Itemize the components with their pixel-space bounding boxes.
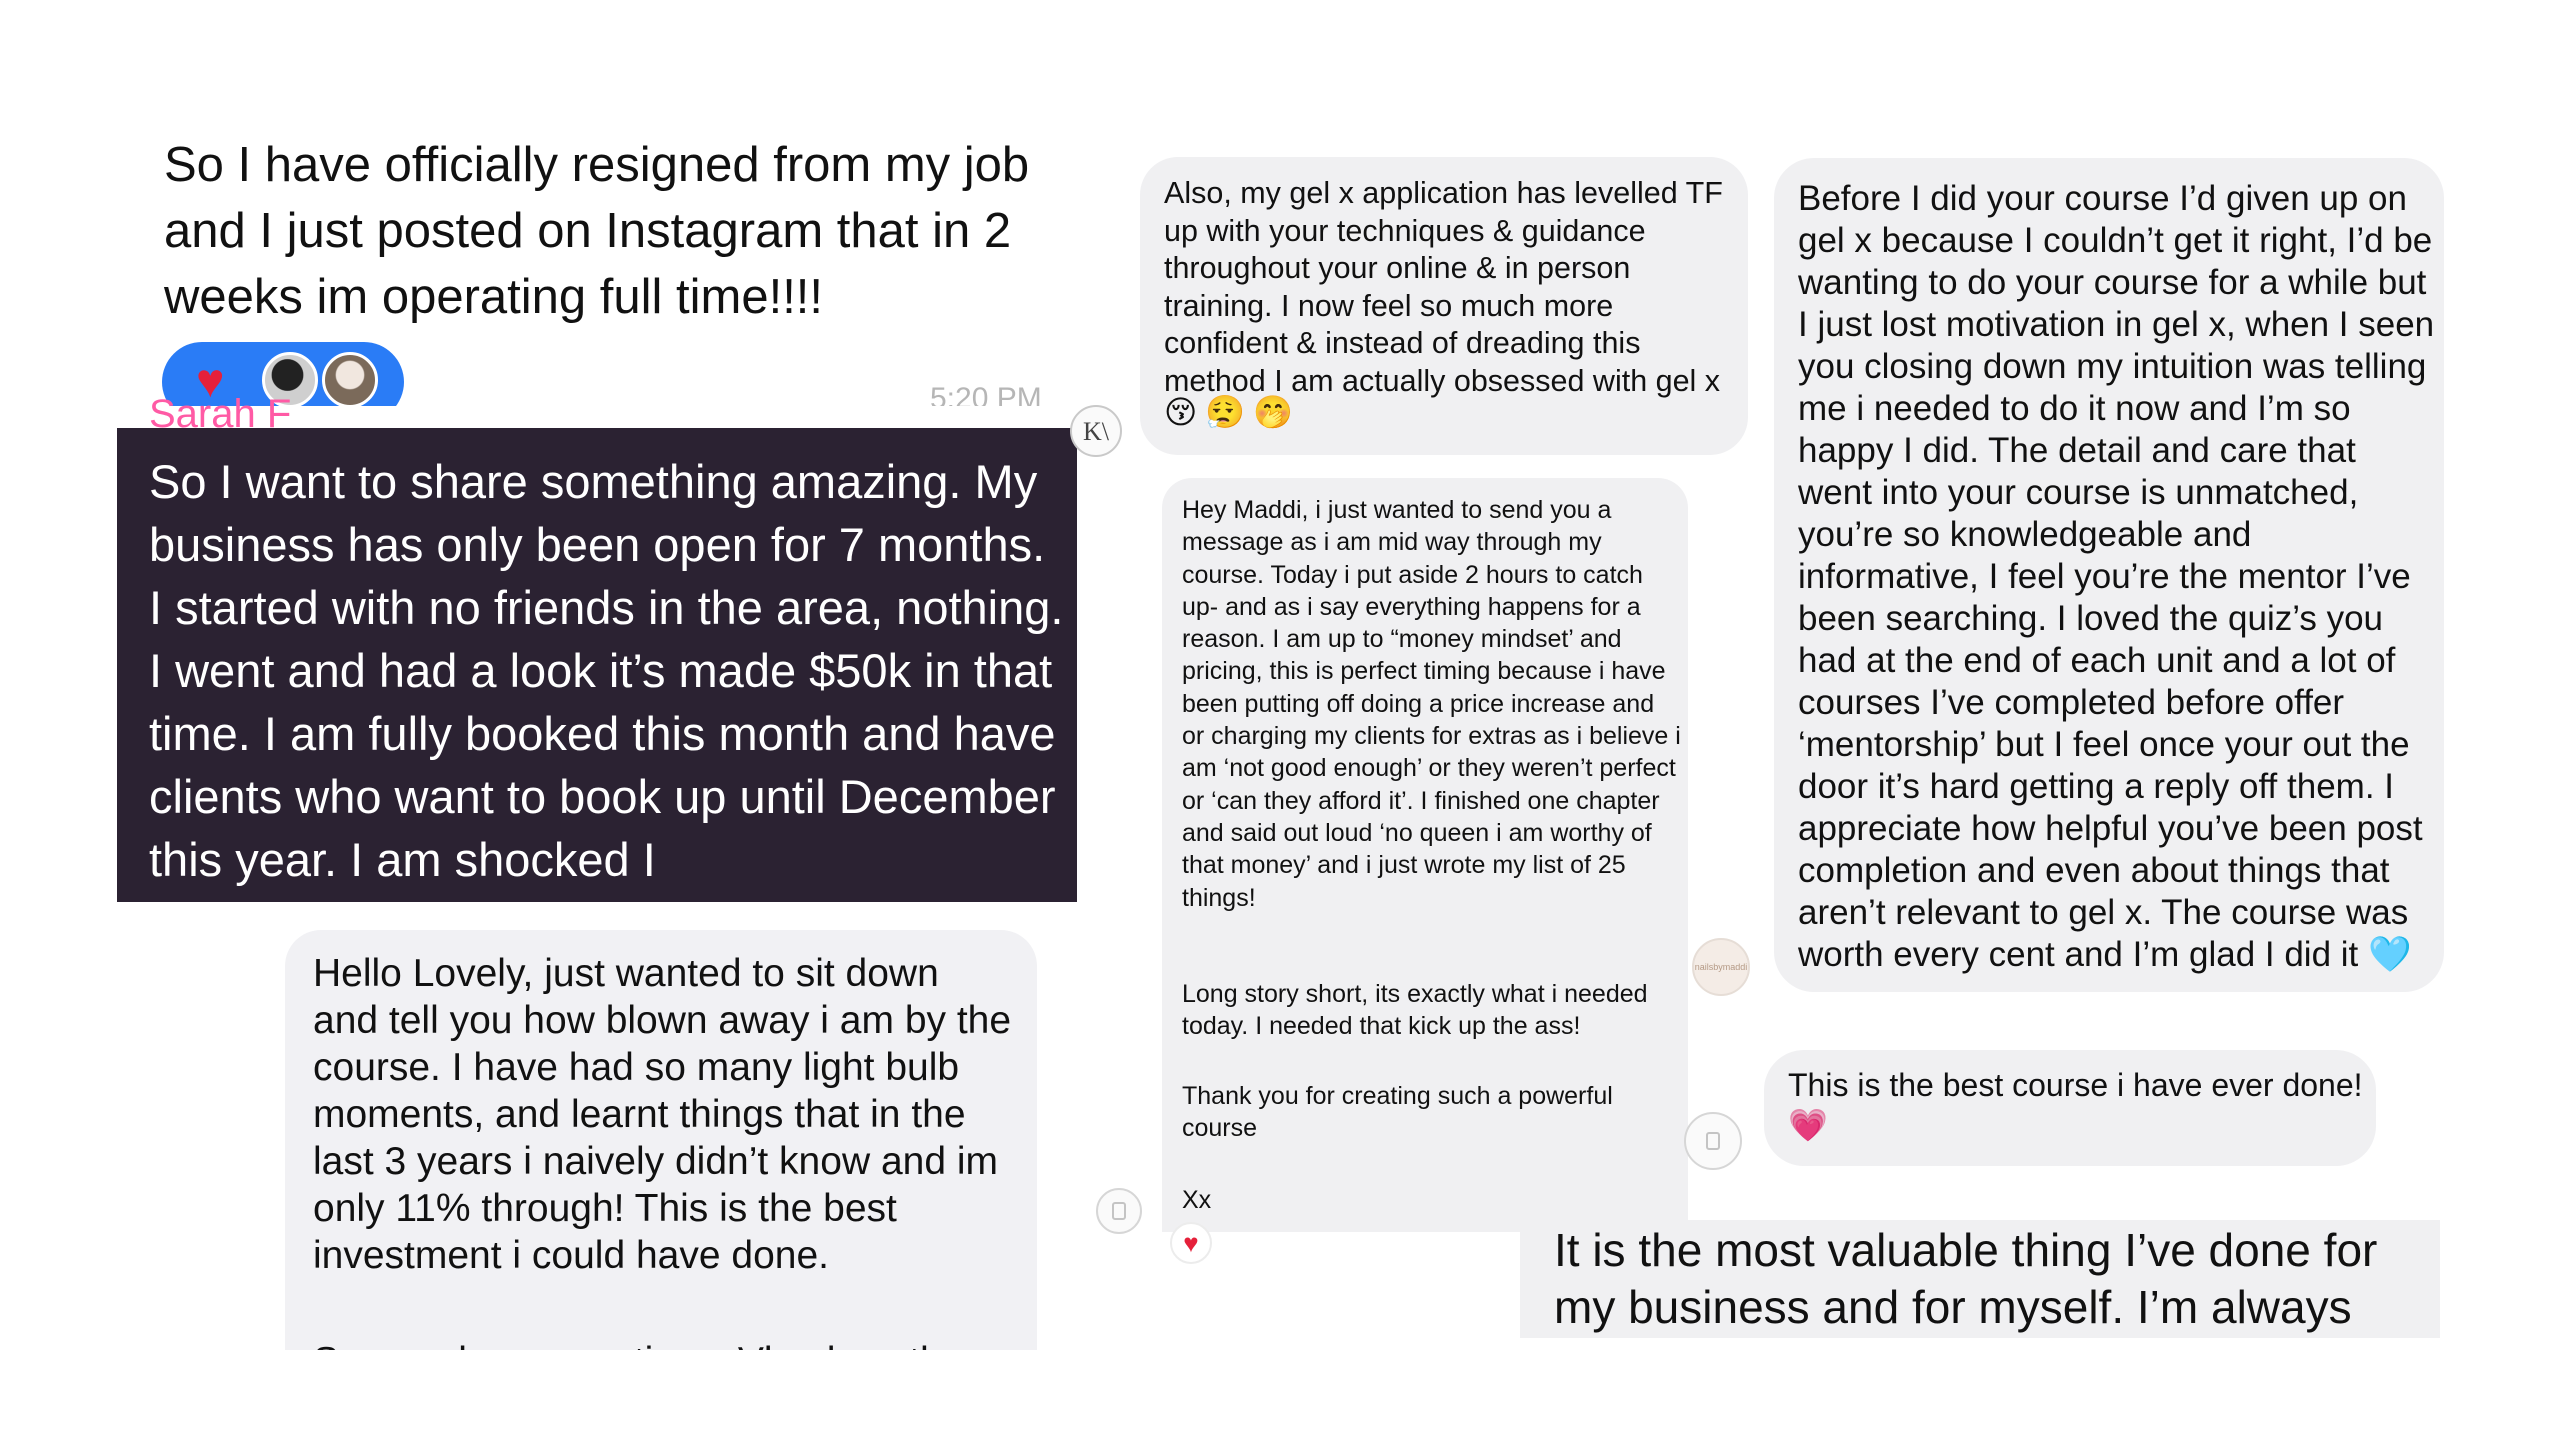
message-text: Before I did your course I’d given up on… [1798,179,2435,974]
message-text: So I have officially resigned from my jo… [164,138,1030,324]
message-screenshot-lovely: Hello Lovely, just wanted to sit down an… [285,930,1037,1350]
message-screenshot-most-valuable: It is the most valuable thing I’ve done … [1520,1220,2440,1338]
message-text-cutoff: So any days sometimes Vlog how the [313,1338,1013,1350]
heart-icon: ♥ [1170,1222,1212,1264]
avatar: K\ [1070,405,1122,457]
message-paragraph: Long story short, its exactly what i nee… [1182,980,1648,1041]
message-paragraph: Thank you for creating such a powerful c… [1182,1082,1613,1143]
message-text: This is the best course i have ever done… [1788,1067,2363,1103]
heart-emoji: 💗 [1788,1107,1828,1143]
message-text: It is the most valuable thing I’ve done … [1554,1224,2378,1333]
avatar: nailsbymaddi [1692,938,1750,996]
message-screenshot-amazing: Sarah F So I want to share something ama… [117,392,1077,902]
message-screenshot-before-course: Before I did your course I’d given up on… [1774,158,2444,992]
message-screenshot-hey-maddi: Hey Maddi, i just wanted to send you a m… [1162,478,1688,1232]
message-screenshot-best-course: This is the best course i have ever done… [1764,1050,2376,1166]
profile-icon [1706,1132,1720,1150]
profile-icon [1112,1202,1126,1220]
message-text: Hello Lovely, just wanted to sit down an… [313,952,1012,1277]
emoji-row: 😚😮‍💨🤭 [1164,394,1302,430]
message-text: So I want to share something amazing. My… [149,455,1064,886]
avatar [1684,1112,1742,1170]
message-signoff: Xx [1182,1186,1212,1214]
message-screenshot-gelx-application: Also, my gel x application has levelled … [1140,157,1748,455]
message-text: Also, my gel x application has levelled … [1164,176,1723,398]
message-paragraph: Hey Maddi, i just wanted to send you a m… [1182,496,1681,912]
avatar [1096,1188,1142,1234]
message-screenshot-resigned: So I have officially resigned from my jo… [150,120,1080,406]
